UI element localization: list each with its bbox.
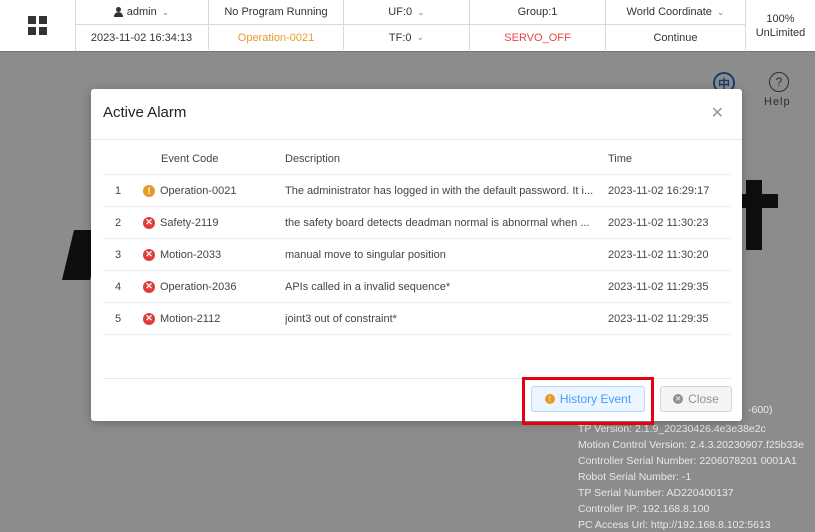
coordinate-selector[interactable]: World Coordinate ⌄ — [606, 0, 746, 25]
event-code: Safety-2119 — [160, 216, 219, 229]
tf-value: TF:0 — [388, 31, 412, 44]
event-description: joint3 out of constraint* — [285, 312, 397, 325]
row-index: 5 — [114, 312, 122, 325]
user-icon — [113, 7, 123, 17]
table-header: Event Code Description Time — [103, 143, 731, 175]
event-code-cell: ✕ Safety-2119 — [143, 207, 293, 238]
close-icon[interactable]: ✕ — [711, 103, 724, 123]
table-row[interactable]: 2 ✕ Safety-2119 the safety board detects… — [103, 207, 731, 239]
close-label: Close — [688, 392, 719, 406]
event-description: the safety board detects deadman normal … — [285, 216, 590, 229]
info-line-6-top: Controller IP: 192.168.8.100 — [578, 503, 710, 515]
event-description: APIs called in a invalid sequence* — [285, 280, 451, 293]
chevron-down-icon: ⌄ — [416, 32, 425, 42]
event-time: 2023-11-02 11:30:20 — [608, 248, 709, 261]
event-code: Motion-2112 — [160, 312, 221, 325]
alarm-table: Event Code Description Time 1 ! Operatio… — [103, 143, 731, 335]
info-line-5-top: TP Serial Number: AD220400137 — [578, 487, 734, 499]
app-grid-icon — [28, 16, 47, 35]
table-row[interactable]: 5 ✕ Motion-2112 joint3 out of constraint… — [103, 303, 731, 335]
dialog-title: Active Alarm — [103, 104, 187, 121]
user-selector[interactable]: admin ⌄ — [75, 0, 209, 25]
error-icon: ✕ — [143, 312, 155, 325]
info-line-4-top: Robot Serial Number: -1 — [578, 471, 692, 483]
chevron-down-icon: ⌄ — [161, 6, 170, 17]
column-header-description: Description — [285, 152, 341, 165]
table-row[interactable]: 4 ✕ Operation-2036 APIs called in a inva… — [103, 271, 731, 303]
close-button[interactable]: ✕ Close — [660, 386, 732, 412]
coordinate-value: World Coordinate — [626, 6, 712, 18]
status-bar: admin ⌄ 2023-11-02 16:34:13 No Program R… — [0, 0, 815, 52]
row-index: 1 — [114, 184, 122, 197]
event-time: 2023-11-02 11:29:35 — [608, 312, 709, 325]
program-status: No Program Running — [209, 0, 344, 25]
event-description: manual move to singular position — [285, 248, 446, 261]
event-code-cell: ! Operation-0021 — [143, 175, 293, 206]
event-description: The administrator has logged in with the… — [285, 184, 594, 197]
speed-value: 100% — [766, 12, 795, 25]
servo-status[interactable]: SERVO_OFF — [470, 25, 606, 50]
row-index: 2 — [114, 216, 122, 229]
uf-selector[interactable]: UF:0 ⌄ — [344, 0, 470, 25]
uf-value: UF:0 — [388, 6, 413, 18]
chevron-down-icon: ⌄ — [417, 6, 425, 17]
event-time: 2023-11-02 16:29:17 — [608, 184, 710, 197]
row-index: 4 — [114, 280, 122, 293]
row-index: 3 — [114, 248, 122, 261]
current-alarm-code[interactable]: Operation-0021 — [209, 25, 344, 50]
warning-icon: ! — [143, 184, 155, 197]
close-circle-icon: ✕ — [673, 394, 684, 404]
event-code-cell: ✕ Motion-2112 — [143, 303, 293, 334]
event-code-cell: ✕ Operation-2036 — [143, 271, 293, 302]
table-row[interactable]: 3 ✕ Motion-2033 manual move to singular … — [103, 239, 731, 271]
dialog-header: Active Alarm ✕ — [91, 89, 742, 140]
info-line-7-top: PC Access Url: http://192.168.8.102:5613 — [578, 519, 771, 531]
event-code: Operation-0021 — [160, 184, 237, 197]
limit-value: UnLimited — [755, 26, 806, 39]
event-code: Motion-2033 — [160, 248, 222, 261]
event-code: Operation-2036 — [160, 280, 237, 293]
event-time: 2023-11-02 11:30:23 — [608, 216, 709, 229]
main-menu-button[interactable] — [0, 0, 76, 51]
error-icon: ✕ — [143, 280, 155, 293]
event-time: 2023-11-02 11:29:35 — [608, 280, 709, 293]
datetime: 2023-11-02 16:34:13 — [75, 25, 209, 50]
run-mode[interactable]: Continue — [606, 25, 746, 50]
active-alarm-dialog: Active Alarm ✕ Event Code Description Ti… — [91, 89, 742, 421]
tf-selector[interactable]: TF:0 ⌄ — [344, 25, 470, 50]
error-icon: ✕ — [143, 216, 155, 229]
info-line-3-top: Controller Serial Number: 2206078201 000… — [578, 455, 797, 467]
info-line-0-top: -600) — [748, 404, 773, 416]
chevron-down-icon: ⌄ — [716, 6, 725, 17]
table-row[interactable]: 1 ! Operation-0021 The administrator has… — [103, 175, 731, 207]
error-icon: ✕ — [143, 248, 155, 261]
speed-indicator[interactable]: 100% UnLimited — [746, 0, 815, 51]
event-code-cell: ✕ Motion-2033 — [143, 239, 293, 270]
user-name: admin — [126, 6, 157, 18]
highlight-box — [522, 377, 654, 425]
info-line-2-top: Motion Control Version: 2.4.3.20230907.f… — [578, 439, 804, 451]
column-header-time: Time — [608, 152, 633, 165]
group-indicator: Group:1 — [470, 0, 606, 25]
